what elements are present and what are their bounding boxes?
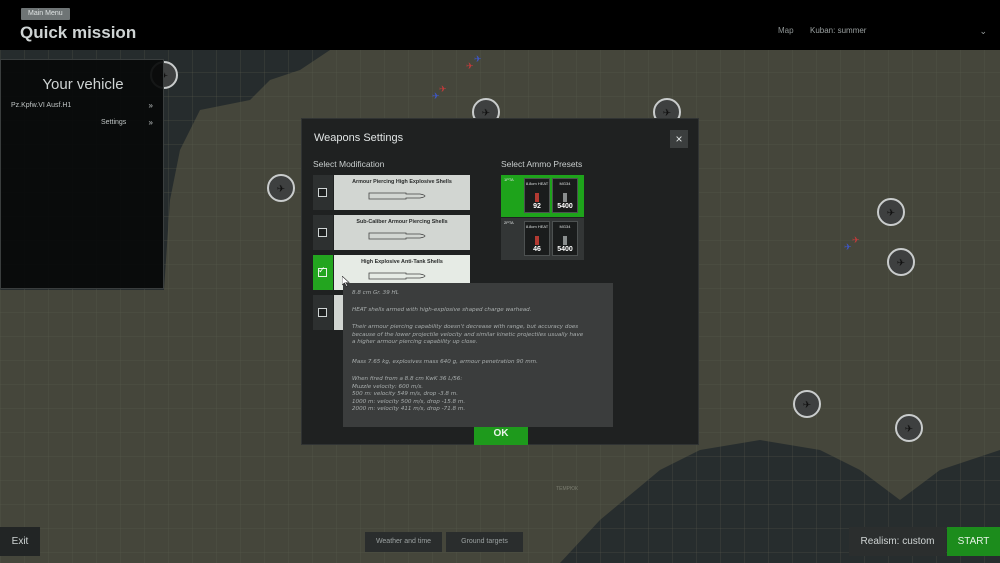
bullet-belt-icon bbox=[563, 236, 567, 245]
ammo-slot: MG34 5400 bbox=[552, 178, 578, 213]
tooltip-description: HEAT shells armed with high-explosive sh… bbox=[352, 307, 532, 313]
double-chevron-right-icon: » bbox=[148, 118, 153, 127]
map-select-value: Kuban: summer bbox=[810, 26, 867, 35]
ammo-preset[interactable]: 2PTA 8.8cm HEAT 46 MG34 5400 bbox=[501, 218, 584, 260]
close-icon[interactable]: × bbox=[670, 130, 688, 148]
modification-row[interactable]: Armour Piercing High Explosive Shells bbox=[313, 175, 470, 210]
svg-text:✈: ✈ bbox=[897, 258, 905, 269]
ammo-slot-count: 92 bbox=[533, 203, 541, 210]
tooltip-note-line: a higher armour piercing capability up c… bbox=[352, 339, 478, 345]
vehicle-settings-label: Settings bbox=[101, 119, 127, 126]
map-select[interactable]: Kuban: summer ⌄ bbox=[803, 21, 993, 41]
ammo-slot: MG34 5400 bbox=[552, 221, 578, 256]
modification-checkbox[interactable] bbox=[313, 295, 333, 330]
shell-icon bbox=[368, 232, 426, 240]
tooltip-ballistics-line: Muzzle velocity: 600 m/s. bbox=[352, 383, 424, 390]
check-icon: ✓ bbox=[318, 265, 326, 275]
preset-id: 2PTA bbox=[504, 220, 514, 225]
ammo-tooltip: 8.8 cm Gr. 39 HL HEAT shells armed with … bbox=[343, 283, 613, 427]
svg-text:✈: ✈ bbox=[277, 184, 285, 195]
chevron-down-icon: ⌄ bbox=[979, 26, 987, 36]
page-title: Quick mission bbox=[20, 23, 137, 42]
svg-text:✈: ✈ bbox=[844, 242, 852, 252]
ammo-slot-label: 8.8cm HEAT bbox=[525, 224, 549, 229]
ammo-slot: 8.8cm HEAT 92 bbox=[524, 178, 550, 213]
vehicle-panel: Your vehicle Pz.Kpfw.VI Ausf.H1 » Settin… bbox=[0, 59, 164, 289]
modification-checkbox[interactable] bbox=[313, 215, 333, 250]
ground-targets-button[interactable]: Ground targets bbox=[446, 532, 523, 552]
ammo-slot-count: 46 bbox=[533, 246, 541, 253]
select-modification-label: Select Modification bbox=[313, 159, 385, 169]
cursor-icon bbox=[342, 276, 350, 287]
modification-name: Armour Piercing High Explosive Shells bbox=[352, 179, 452, 185]
tooltip-ballistics: When fired from a 8.8 cm KwK 36 L/56: Mu… bbox=[352, 376, 604, 414]
ammo-slot-label: MG34 bbox=[559, 224, 571, 229]
vehicle-panel-title: Your vehicle bbox=[42, 76, 124, 93]
ammo-slot-label: 8.8cm HEAT bbox=[525, 181, 549, 186]
ammo-preset[interactable]: 1PTA 8.8cm HEAT 92 MG34 5400 bbox=[501, 175, 584, 217]
modification-name: Sub-Caliber Armour Piercing Shells bbox=[356, 219, 448, 225]
tooltip-ballistics-line: 500 m: velocity 549 m/s, drop -3.8 m. bbox=[352, 391, 458, 397]
plane-marker-icon[interactable]: ✈ bbox=[793, 390, 821, 418]
ammo-slot-label: MG34 bbox=[559, 181, 571, 186]
shell-icon bbox=[368, 192, 426, 200]
dialog-title: Weapons Settings bbox=[314, 132, 404, 144]
tooltip-note-line: Their armour piercing capability doesn't… bbox=[352, 324, 579, 330]
preset-id: 1PTA bbox=[504, 177, 514, 182]
shell-icon bbox=[535, 193, 539, 202]
modification-row[interactable]: Sub-Caliber Armour Piercing Shells bbox=[313, 215, 470, 250]
svg-text:✈: ✈ bbox=[474, 54, 482, 64]
modification-checkbox[interactable]: ✓ bbox=[313, 255, 333, 290]
plane-marker-icon[interactable]: ✈ bbox=[887, 248, 915, 276]
vehicle-settings-button[interactable]: Settings » bbox=[1, 115, 163, 131]
ammo-slot-count: 5400 bbox=[557, 203, 573, 210]
tooltip-heading: 8.8 cm Gr. 39 HL bbox=[352, 290, 399, 296]
tooltip-note-line: because of the lower projectile velocity… bbox=[352, 331, 584, 338]
breadcrumb[interactable]: Main Menu bbox=[21, 8, 70, 20]
svg-text:✈: ✈ bbox=[852, 235, 860, 245]
modification-card[interactable]: Sub-Caliber Armour Piercing Shells bbox=[334, 215, 470, 250]
tooltip-mass: Mass 7.65 kg, explosives mass 640 g, arm… bbox=[352, 359, 538, 365]
tooltip-ballistics-line: When fired from a 8.8 cm KwK 36 L/56: bbox=[352, 376, 463, 382]
map-region-label: ТЕМРЮК bbox=[556, 486, 578, 492]
map-label: Map bbox=[778, 26, 794, 35]
tooltip-note: Their armour piercing capability doesn't… bbox=[352, 324, 604, 347]
ammo-slot: 8.8cm HEAT 46 bbox=[524, 221, 550, 256]
svg-text:✈: ✈ bbox=[466, 61, 474, 71]
ammo-slot-count: 5400 bbox=[557, 246, 573, 253]
top-bar: Main Menu Quick mission Map Kuban: summe… bbox=[0, 0, 1000, 50]
svg-text:✈: ✈ bbox=[803, 400, 811, 411]
tooltip-ballistics-line: 1000 m: velocity 500 m/s, drop -15.8 m. bbox=[352, 398, 466, 405]
select-ammo-presets-label: Select Ammo Presets bbox=[501, 159, 583, 169]
shell-icon bbox=[368, 272, 426, 280]
vehicle-select[interactable]: Pz.Kpfw.VI Ausf.H1 » bbox=[1, 98, 163, 114]
modification-checkbox[interactable] bbox=[313, 175, 333, 210]
tooltip-ballistics-line: 2000 m: velocity 411 m/s, drop -71.8 m. bbox=[352, 406, 466, 412]
plane-marker-icon[interactable]: ✈ bbox=[895, 414, 923, 442]
modification-name: High Explosive Anti-Tank Shells bbox=[361, 259, 443, 265]
modification-card[interactable]: Armour Piercing High Explosive Shells bbox=[334, 175, 470, 210]
weather-and-time-button[interactable]: Weather and time bbox=[365, 532, 442, 552]
exit-button[interactable]: Exit bbox=[0, 527, 40, 556]
double-chevron-right-icon: » bbox=[148, 101, 153, 110]
realism-button[interactable]: Realism: custom bbox=[849, 527, 946, 556]
plane-marker-icon[interactable]: ✈ bbox=[267, 174, 295, 202]
svg-text:✈: ✈ bbox=[887, 208, 895, 219]
bullet-belt-icon bbox=[563, 193, 567, 202]
svg-text:✈: ✈ bbox=[905, 424, 913, 435]
plane-marker-icon[interactable]: ✈ bbox=[877, 198, 905, 226]
svg-text:✈: ✈ bbox=[439, 84, 447, 94]
vehicle-name: Pz.Kpfw.VI Ausf.H1 bbox=[11, 102, 72, 109]
shell-icon bbox=[535, 236, 539, 245]
start-button[interactable]: START bbox=[947, 527, 1000, 556]
